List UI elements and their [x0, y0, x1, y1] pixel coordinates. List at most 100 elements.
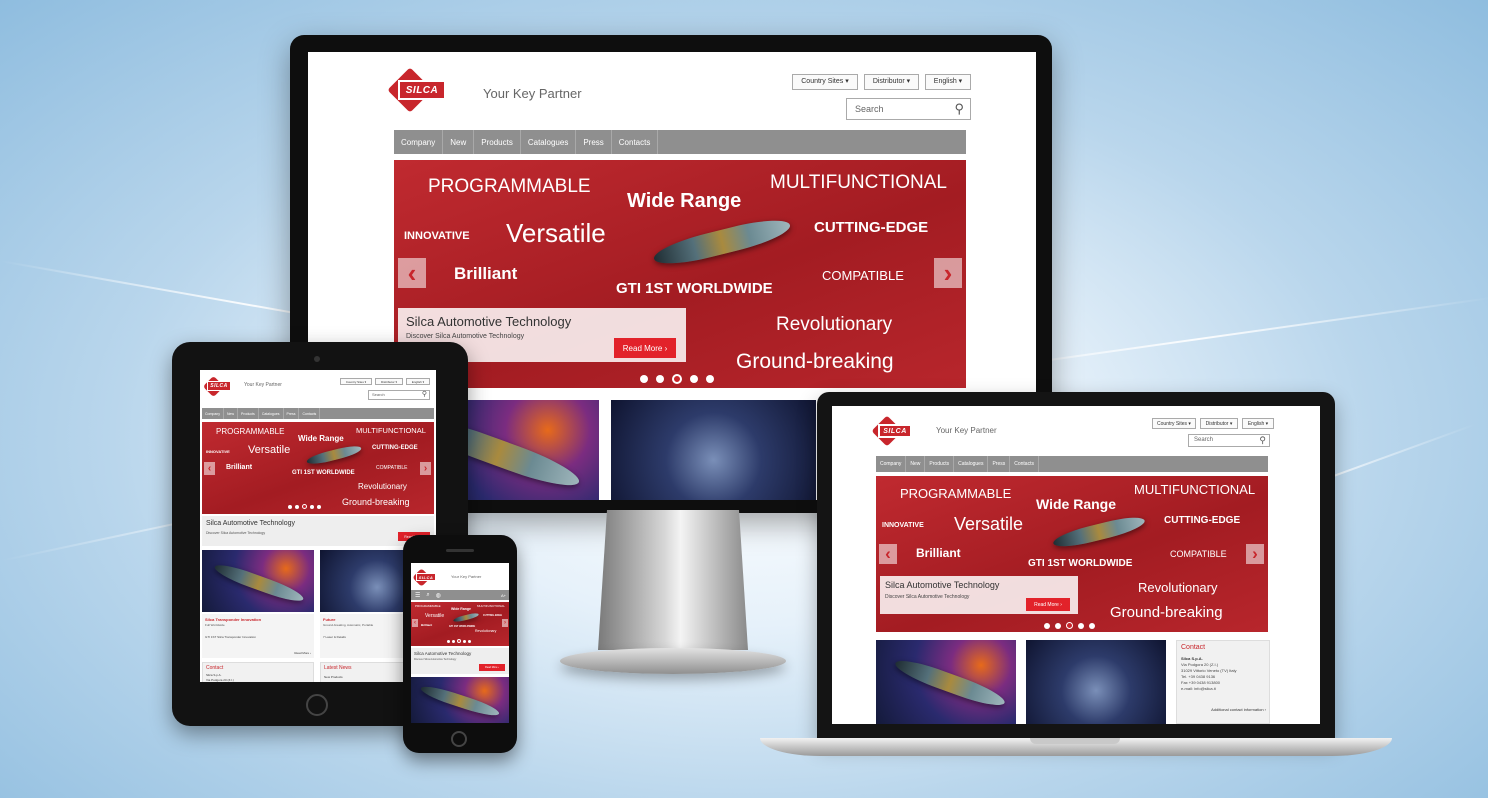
slider-prev-arrow[interactable]: ‹: [879, 544, 897, 564]
search-icon[interactable]: ⚲: [422, 390, 427, 398]
nav-item-company[interactable]: Company: [876, 456, 907, 472]
slider-dot[interactable]: [463, 639, 466, 643]
contact-more-link[interactable]: Additional contact information ›: [1211, 707, 1266, 712]
search-input[interactable]: Search ⚲: [1188, 434, 1270, 447]
menu-icon[interactable]: ☰: [415, 592, 420, 599]
slider-next-arrow[interactable]: ›: [420, 462, 431, 475]
slider-dot[interactable]: [1055, 622, 1061, 629]
slider-prev-arrow[interactable]: ‹: [204, 462, 215, 475]
nav-item-products[interactable]: Products: [474, 130, 521, 154]
slider-dot-active[interactable]: [1066, 622, 1073, 629]
read-more-button[interactable]: Read More ›: [1026, 598, 1070, 611]
search-input[interactable]: Search ⚲: [846, 98, 971, 120]
hero-word-innovative: INNOVATIVE: [882, 522, 924, 529]
phone-toolbar: ☰ ⌕ ◍ A+: [411, 590, 509, 600]
slider-dot[interactable]: [288, 504, 292, 509]
nav-item-new[interactable]: New: [443, 130, 475, 154]
slider-dot[interactable]: [690, 375, 698, 383]
news-thumbnail-future[interactable]: [611, 400, 816, 500]
nav-item-contacts[interactable]: Contacts: [612, 130, 659, 154]
slider-dot[interactable]: [317, 504, 321, 509]
nav-item-catalogues[interactable]: Catalogues: [521, 130, 577, 154]
news-item-1-read-more[interactable]: Read More ›: [294, 651, 311, 655]
nav-item-press[interactable]: Press: [576, 130, 612, 154]
slider-next-arrow[interactable]: ›: [934, 258, 962, 288]
distributor-dropdown[interactable]: Distributor ▾: [864, 74, 919, 90]
country-sites-dropdown[interactable]: Country Sites ▾: [792, 74, 858, 90]
brand-logo[interactable]: SILCA: [202, 375, 231, 397]
phone-home-button[interactable]: [451, 731, 467, 747]
nav-item-products[interactable]: Products: [238, 408, 259, 419]
nav-item-company[interactable]: Company: [394, 130, 444, 154]
slider-dot[interactable]: [656, 375, 664, 383]
hero-word-cutting-edge: CUTTING-EDGE: [483, 614, 503, 617]
text-size-button[interactable]: A+: [501, 593, 509, 598]
nav-item-contacts[interactable]: Contacts: [1010, 456, 1039, 472]
distributor-dropdown[interactable]: Distributor ▾: [1200, 418, 1238, 429]
hero-word-compatible: COMPATIBLE: [1170, 549, 1227, 559]
news-thumbnail-transponder[interactable]: [876, 640, 1016, 724]
contact-email[interactable]: e-mail: info@silca.it: [1181, 686, 1216, 691]
nav-item-contacts[interactable]: Contacts: [299, 408, 321, 419]
read-more-button[interactable]: Read More ›: [614, 338, 676, 358]
search-icon[interactable]: ⌕: [426, 592, 429, 599]
slider-dot[interactable]: [468, 639, 471, 643]
nav-item-catalogues[interactable]: Catalogues: [954, 456, 989, 472]
hero-slider: PROGRAMMABLE Wide Range MULTIFUNCTIONAL …: [202, 422, 434, 514]
slider-dots: [1044, 622, 1095, 629]
brand-logo[interactable]: SILCA: [412, 567, 436, 587]
slider-dot[interactable]: [310, 504, 314, 509]
nav-item-press[interactable]: Press: [284, 408, 300, 419]
news-item-2-sub: Ground-breaking, Automatic, Portable: [323, 623, 374, 627]
slider-dot[interactable]: [1078, 622, 1084, 629]
globe-icon[interactable]: ◍: [436, 592, 441, 599]
hero-word-revolutionary: Revolutionary: [776, 314, 893, 335]
country-sites-dropdown[interactable]: Country Sites ▾: [340, 378, 372, 385]
news-item-1[interactable]: Silca Transponder Innovation Full Worldw…: [202, 614, 314, 658]
slider-dot[interactable]: [447, 639, 450, 643]
hero-word-wide-range: Wide Range: [451, 607, 471, 611]
search-input[interactable]: Search ⚲: [368, 390, 430, 400]
nav-item-press[interactable]: Press: [988, 456, 1011, 472]
search-icon[interactable]: ⚲: [954, 101, 964, 117]
nav-item-products[interactable]: Products: [925, 456, 955, 472]
language-dropdown[interactable]: English ▾: [1242, 418, 1274, 429]
tablet-camera: [314, 356, 320, 362]
latest-news-item[interactable]: New Products: [324, 675, 343, 679]
read-more-button[interactable]: Read More ›: [479, 664, 505, 671]
slider-next-arrow[interactable]: ›: [502, 619, 508, 627]
slider-prev-arrow[interactable]: ‹: [412, 619, 418, 627]
language-dropdown[interactable]: English ▾: [925, 74, 971, 90]
logo-wordmark: SILCA: [416, 573, 436, 581]
nav-item-new[interactable]: New: [224, 408, 238, 419]
distributor-dropdown[interactable]: Distributor ▾: [375, 378, 403, 385]
search-icon[interactable]: ⚲: [1259, 435, 1266, 446]
language-dropdown[interactable]: English ▾: [406, 378, 430, 385]
contact-address-2: 31029 Vittorio Veneto (TV) Italy: [1181, 668, 1237, 673]
news-thumbnail-transponder[interactable]: [411, 677, 509, 723]
nav-item-new[interactable]: New: [906, 456, 926, 472]
slider-prev-arrow[interactable]: ‹: [398, 258, 426, 288]
slider-dot[interactable]: [452, 639, 455, 643]
hero-word-compatible: COMPATIBLE: [822, 268, 904, 283]
laptop-notch: [1030, 738, 1120, 744]
slider-dot[interactable]: [706, 375, 714, 383]
slider-dot[interactable]: [640, 375, 648, 383]
brand-logo[interactable]: SILCA: [871, 415, 912, 447]
site-tagline: Your Key Partner: [451, 574, 482, 579]
nav-item-company[interactable]: Company: [202, 408, 224, 419]
contact-tel: Tel. +39 0438 9136: [1181, 674, 1216, 679]
slider-dot[interactable]: [295, 504, 299, 509]
nav-item-catalogues[interactable]: Catalogues: [259, 408, 284, 419]
brand-logo[interactable]: SILCA: [387, 67, 446, 113]
tablet-home-button[interactable]: [306, 694, 328, 716]
news-thumbnail-future[interactable]: [1026, 640, 1166, 724]
slider-next-arrow[interactable]: ›: [1246, 544, 1264, 564]
slider-dot[interactable]: [1089, 622, 1095, 629]
slider-dot-active[interactable]: [457, 639, 461, 643]
news-thumbnail-transponder[interactable]: [202, 550, 314, 612]
slider-dot[interactable]: [1044, 622, 1050, 629]
slider-dot-active[interactable]: [672, 374, 682, 384]
slider-dot-active[interactable]: [302, 504, 307, 509]
country-sites-dropdown[interactable]: Country Sites ▾: [1152, 418, 1196, 429]
